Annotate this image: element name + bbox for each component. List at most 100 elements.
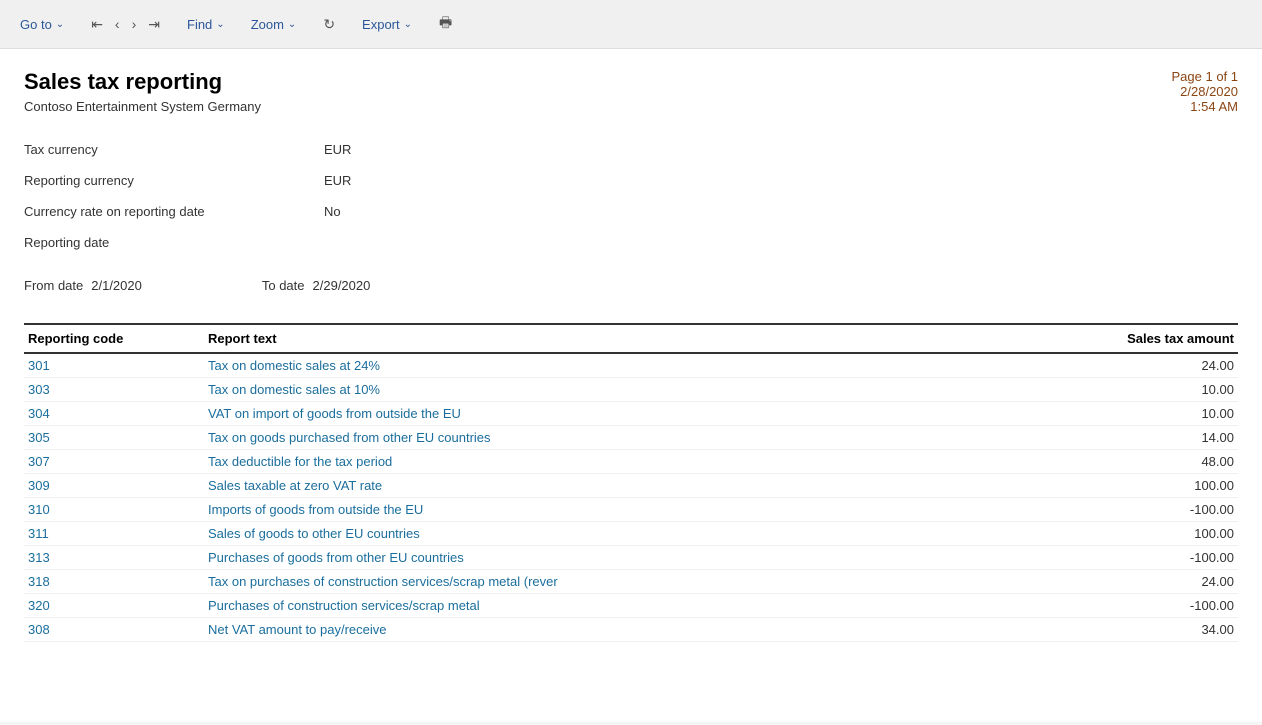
next-page-button[interactable]: › [127, 14, 142, 34]
table-row: 313Purchases of goods from other EU coun… [24, 546, 1238, 570]
row-amount: 34.00 [1078, 618, 1238, 642]
zoom-chevron-icon: ⌄ [288, 19, 296, 30]
zoom-label: Zoom [251, 17, 284, 32]
from-date-value: 2/1/2020 [91, 278, 142, 293]
row-amount: 48.00 [1078, 450, 1238, 474]
row-code: 308 [24, 618, 204, 642]
to-date-value: 2/29/2020 [313, 278, 371, 293]
row-text: Purchases of construction services/scrap… [204, 594, 1078, 618]
row-text: Tax on purchases of construction service… [204, 570, 1078, 594]
info-row-tax-currency: Tax currency EUR [24, 134, 1238, 165]
col-header-amount: Sales tax amount [1078, 324, 1238, 353]
row-code: 320 [24, 594, 204, 618]
row-amount: -100.00 [1078, 546, 1238, 570]
row-text: Net VAT amount to pay/receive [204, 618, 1078, 642]
report-time: 1:54 AM [1172, 99, 1239, 114]
table-row: 303Tax on domestic sales at 10%10.00 [24, 378, 1238, 402]
report-container: Sales tax reporting Contoso Entertainmen… [0, 49, 1262, 722]
table-row: 308Net VAT amount to pay/receive34.00 [24, 618, 1238, 642]
row-amount: 14.00 [1078, 426, 1238, 450]
row-code: 305 [24, 426, 204, 450]
info-row-reporting-date: Reporting date [24, 227, 1238, 258]
table-row: 311Sales of goods to other EU countries1… [24, 522, 1238, 546]
reporting-currency-value: EUR [324, 173, 351, 188]
report-title-section: Sales tax reporting Contoso Entertainmen… [24, 69, 261, 114]
goto-label: Go to [20, 17, 52, 32]
currency-rate-value: No [324, 204, 341, 219]
info-row-currency-rate: Currency rate on reporting date No [24, 196, 1238, 227]
table-header-row: Reporting code Report text Sales tax amo… [24, 324, 1238, 353]
zoom-group: Zoom ⌄ [247, 15, 301, 34]
reporting-date-label: Reporting date [24, 235, 324, 250]
report-header: Sales tax reporting Contoso Entertainmen… [24, 69, 1238, 114]
report-title: Sales tax reporting [24, 69, 261, 95]
report-date: 2/28/2020 [1172, 84, 1239, 99]
row-text: Tax deductible for the tax period [204, 450, 1078, 474]
row-text: Purchases of goods from other EU countri… [204, 546, 1078, 570]
refresh-button[interactable]: ↻ [318, 14, 340, 35]
row-code: 311 [24, 522, 204, 546]
table-row: 305Tax on goods purchased from other EU … [24, 426, 1238, 450]
report-meta: Page 1 of 1 2/28/2020 1:54 AM [1172, 69, 1239, 114]
page-info: Page 1 of 1 [1172, 69, 1239, 84]
table-row: 320Purchases of construction services/sc… [24, 594, 1238, 618]
row-code: 318 [24, 570, 204, 594]
row-text: Sales taxable at zero VAT rate [204, 474, 1078, 498]
export-button[interactable]: Export ⌄ [358, 15, 416, 34]
col-header-code: Reporting code [24, 324, 204, 353]
goto-button[interactable]: Go to ⌄ [16, 15, 68, 34]
row-code: 310 [24, 498, 204, 522]
row-code: 303 [24, 378, 204, 402]
info-row-reporting-currency: Reporting currency EUR [24, 165, 1238, 196]
tax-currency-label: Tax currency [24, 142, 324, 157]
info-table: Tax currency EUR Reporting currency EUR … [24, 134, 1238, 258]
row-code: 309 [24, 474, 204, 498]
find-chevron-icon: ⌄ [216, 19, 224, 30]
goto-group: Go to ⌄ [16, 15, 68, 34]
row-code: 301 [24, 353, 204, 378]
row-text: VAT on import of goods from outside the … [204, 402, 1078, 426]
last-page-button[interactable]: ⇥ [143, 14, 165, 35]
find-group: Find ⌄ [183, 15, 229, 34]
row-text: Sales of goods to other EU countries [204, 522, 1078, 546]
row-amount: 100.00 [1078, 522, 1238, 546]
table-row: 304VAT on import of goods from outside t… [24, 402, 1238, 426]
date-range-row: From date 2/1/2020 To date 2/29/2020 [24, 268, 1238, 303]
report-company: Contoso Entertainment System Germany [24, 99, 261, 114]
row-amount: 24.00 [1078, 570, 1238, 594]
print-button[interactable]: 🖶 [434, 10, 457, 38]
table-row: 309Sales taxable at zero VAT rate100.00 [24, 474, 1238, 498]
export-chevron-icon: ⌄ [404, 19, 412, 30]
row-text: Imports of goods from outside the EU [204, 498, 1078, 522]
nav-arrows-group: ⇤ ‹ › ⇥ [86, 14, 165, 35]
currency-rate-label: Currency rate on reporting date [24, 204, 324, 219]
table-row: 307Tax deductible for the tax period48.0… [24, 450, 1238, 474]
row-code: 304 [24, 402, 204, 426]
tax-currency-value: EUR [324, 142, 351, 157]
reporting-currency-label: Reporting currency [24, 173, 324, 188]
sales-tax-table: Reporting code Report text Sales tax amo… [24, 323, 1238, 642]
toolbar: Go to ⌄ ⇤ ‹ › ⇥ Find ⌄ Zoom ⌄ ↻ Export ⌄… [0, 0, 1262, 49]
export-label: Export [362, 17, 400, 32]
row-text: Tax on goods purchased from other EU cou… [204, 426, 1078, 450]
table-row: 301Tax on domestic sales at 24%24.00 [24, 353, 1238, 378]
table-row: 310Imports of goods from outside the EU-… [24, 498, 1238, 522]
row-amount: -100.00 [1078, 498, 1238, 522]
row-code: 313 [24, 546, 204, 570]
to-date-item: To date 2/29/2020 [262, 278, 371, 293]
row-amount: 100.00 [1078, 474, 1238, 498]
find-button[interactable]: Find ⌄ [183, 15, 229, 34]
from-date-label: From date [24, 278, 83, 293]
to-date-label: To date [262, 278, 305, 293]
export-group: Export ⌄ [358, 15, 416, 34]
goto-chevron-icon: ⌄ [56, 19, 64, 30]
row-text: Tax on domestic sales at 24% [204, 353, 1078, 378]
table-row: 318Tax on purchases of construction serv… [24, 570, 1238, 594]
find-label: Find [187, 17, 212, 32]
from-date-item: From date 2/1/2020 [24, 278, 142, 293]
prev-page-button[interactable]: ‹ [110, 14, 125, 34]
first-page-button[interactable]: ⇤ [86, 14, 108, 35]
zoom-button[interactable]: Zoom ⌄ [247, 15, 301, 34]
row-amount: -100.00 [1078, 594, 1238, 618]
col-header-text: Report text [204, 324, 1078, 353]
